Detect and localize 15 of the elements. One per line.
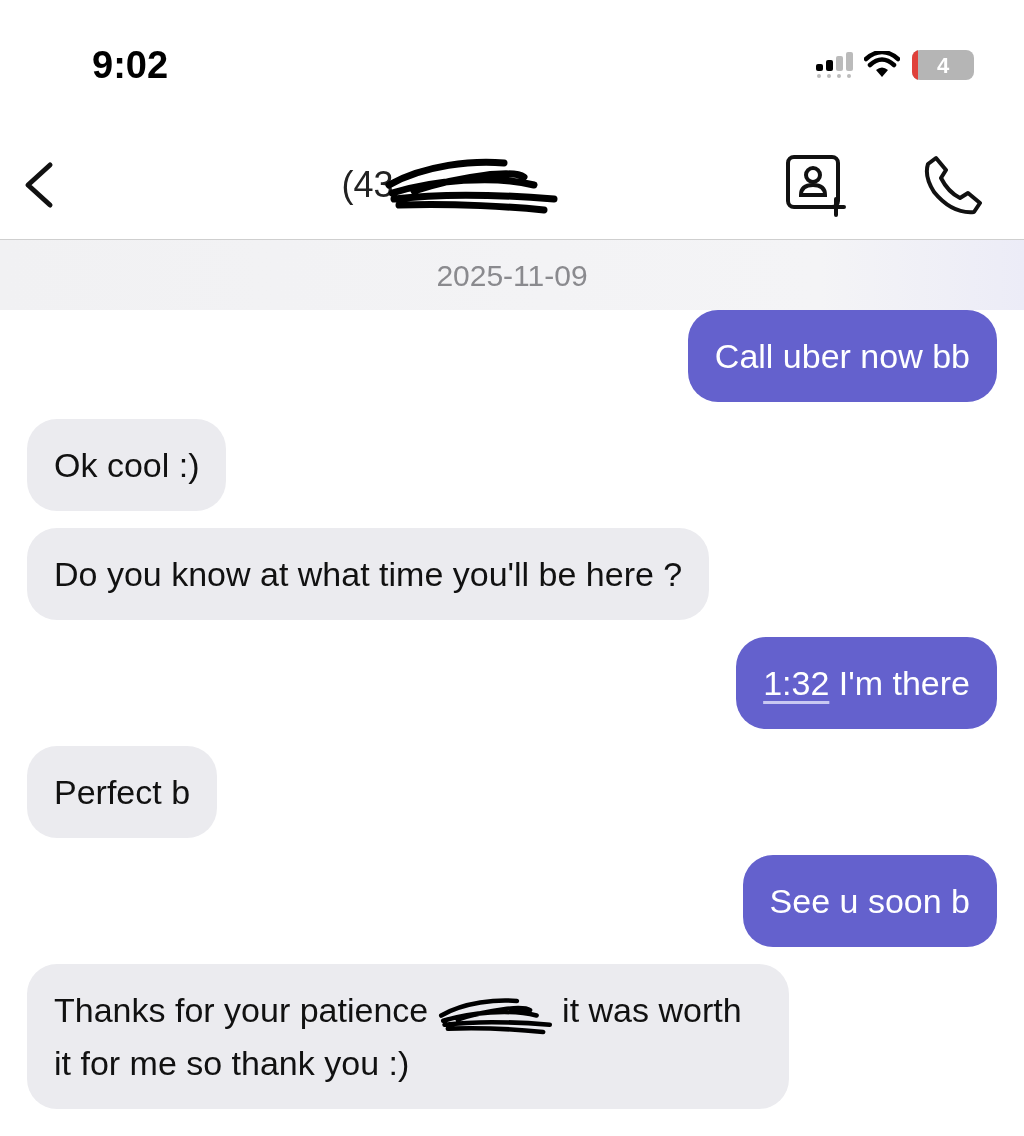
received-message: Perfect b [27,746,218,838]
date-label: 2025-11-09 [436,257,588,294]
battery-indicator: 4 [912,50,974,80]
received-message: Thanks for your patience it was worth it for me so thank you :) [27,964,789,1110]
sent-message: See u soon b [742,855,997,947]
add-contact-icon[interactable] [784,152,848,217]
sent-message: Call uber now bb [687,310,997,402]
wifi-icon [864,51,900,79]
received-message: Ok cool :) [27,419,227,511]
sent-message: 1:32 I'm there [736,637,997,729]
phone-icon[interactable] [922,153,984,216]
time-link[interactable]: 1:32 [763,664,830,702]
signal-icon [816,52,856,78]
received-message: Do you know at what time you'll be here ? [27,528,710,620]
status-time: 9:02 [92,42,169,88]
